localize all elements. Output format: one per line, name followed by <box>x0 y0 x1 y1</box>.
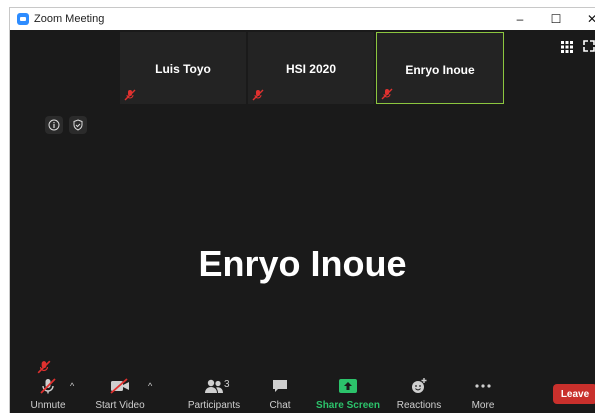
video-options-chevron-icon[interactable]: ^ <box>148 381 152 391</box>
shield-icon <box>73 119 83 131</box>
active-speaker-name: Enryo Inoue <box>198 243 407 284</box>
participants-icon <box>205 379 223 393</box>
participant-thumbnail-luis-toyo[interactable]: Luis Toyo <box>120 32 246 104</box>
audio-options-chevron-icon[interactable]: ^ <box>70 381 74 391</box>
leave-button[interactable]: Leave <box>553 384 595 404</box>
unmute-label: Unmute <box>30 400 66 411</box>
meeting-info-button[interactable] <box>45 116 63 134</box>
muted-mic-icon <box>252 89 264 101</box>
share-screen-label: Share Screen <box>316 400 380 411</box>
microphone-muted-icon <box>40 378 56 394</box>
self-muted-indicator-icon <box>37 360 51 374</box>
thumbnail-name: Enryo Inoue <box>405 63 475 77</box>
participant-thumbnail-hsi-2020[interactable]: HSI 2020 <box>248 32 374 104</box>
maximize-button[interactable]: ☐ <box>538 8 574 30</box>
unmute-button[interactable]: Unmute <box>28 376 68 412</box>
reactions-button[interactable]: Reactions <box>394 376 444 412</box>
chat-bubble-icon <box>273 380 287 392</box>
participants-label: Participants <box>187 400 241 411</box>
close-button[interactable]: ✕ <box>574 8 595 30</box>
muted-mic-icon <box>381 88 393 100</box>
muted-mic-icon <box>124 89 136 101</box>
thumbnail-name: Luis Toyo <box>155 62 211 76</box>
smiley-plus-icon <box>412 378 427 393</box>
title-bar: Zoom Meeting – ☐ ✕ <box>10 8 595 30</box>
more-dots-icon <box>475 384 491 388</box>
reactions-label: Reactions <box>396 400 442 411</box>
start-video-button[interactable]: Start Video <box>94 376 146 412</box>
participants-count: 3 <box>224 379 230 390</box>
zoom-window: Zoom Meeting – ☐ ✕ Luis Toyo HSI 2020 En… <box>9 7 595 413</box>
chat-label: Chat <box>269 400 291 411</box>
minimize-button[interactable]: – <box>502 8 538 30</box>
thumbnail-name: HSI 2020 <box>285 62 337 76</box>
share-screen-button[interactable]: Share Screen <box>316 376 380 412</box>
security-button[interactable] <box>69 116 87 134</box>
share-screen-icon <box>339 379 357 393</box>
zoom-app-icon <box>17 13 29 25</box>
info-icon <box>48 119 60 131</box>
video-camera-off-icon <box>110 378 129 394</box>
more-button[interactable]: More <box>466 376 500 412</box>
chat-button[interactable]: Chat <box>262 376 298 412</box>
start-video-label: Start Video <box>95 400 145 411</box>
participant-thumbnail-enryo-inoue[interactable]: Enryo Inoue <box>376 32 504 104</box>
participants-button[interactable]: Participants <box>186 376 242 412</box>
gallery-view-icon[interactable] <box>561 41 573 53</box>
window-title: Zoom Meeting <box>34 13 105 25</box>
more-label: More <box>471 400 495 411</box>
fullscreen-icon[interactable] <box>583 40 595 52</box>
